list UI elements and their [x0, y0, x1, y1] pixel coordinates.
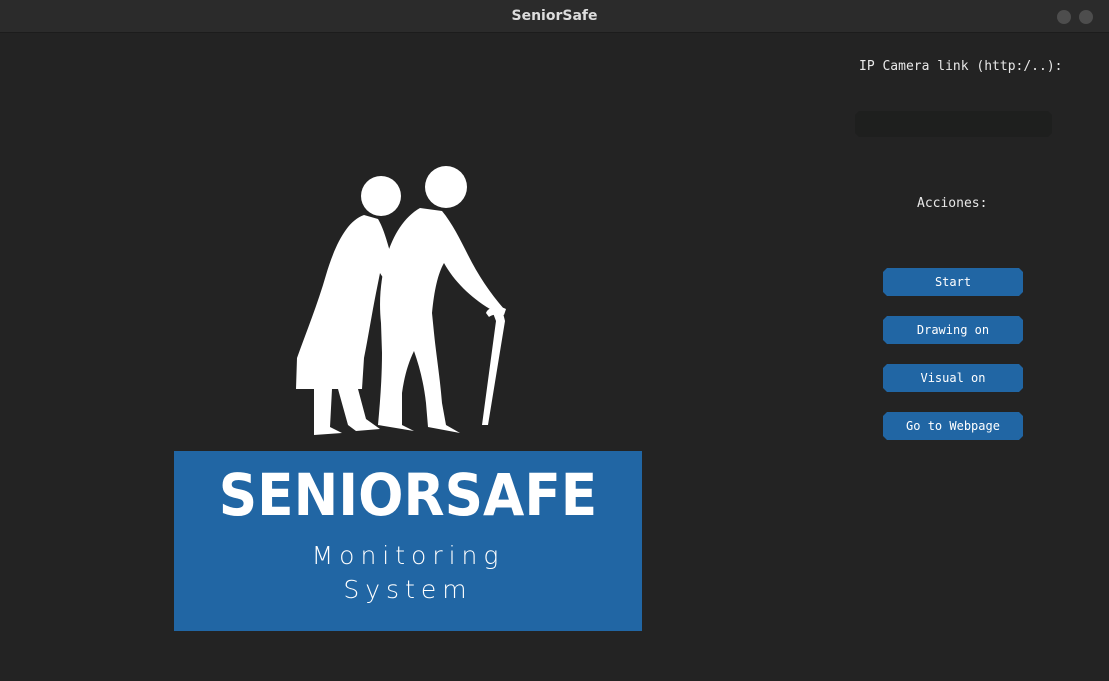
start-button[interactable]: Start — [883, 268, 1023, 296]
main-content: SENIORSAFE Monitoring System IP Camera l… — [0, 33, 1109, 681]
minimize-button[interactable] — [1057, 10, 1071, 24]
elderly-couple-icon — [296, 166, 506, 435]
drawing-on-button[interactable]: Drawing on — [883, 316, 1023, 344]
logo-banner: SENIORSAFE Monitoring System — [174, 451, 642, 631]
logo-subtitle-line1: Monitoring — [311, 541, 505, 570]
actions-label: Acciones: — [917, 196, 988, 211]
window-titlebar[interactable]: SeniorSafe — [0, 0, 1109, 33]
ip-camera-input[interactable] — [855, 111, 1052, 137]
logo-title: SENIORSAFE — [218, 461, 598, 529]
seniorsafe-logo: SENIORSAFE Monitoring System — [174, 163, 642, 631]
close-button[interactable] — [1079, 10, 1093, 24]
logo-subtitle: Monitoring System — [174, 539, 642, 607]
visual-on-button[interactable]: Visual on — [883, 364, 1023, 392]
logo-subtitle-line2: System — [343, 575, 473, 604]
go-to-webpage-button[interactable]: Go to Webpage — [883, 412, 1023, 440]
window-title: SeniorSafe — [511, 8, 598, 24]
ip-camera-label: IP Camera link (http:/..): — [859, 59, 1063, 74]
